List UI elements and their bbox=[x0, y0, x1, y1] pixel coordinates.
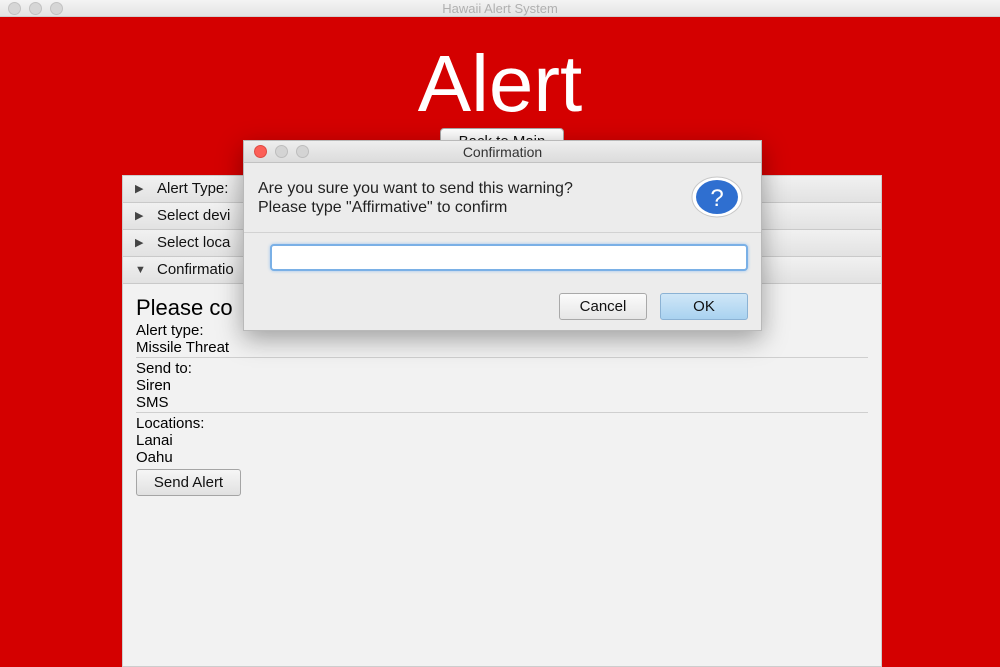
accordion-header-label: Select devi bbox=[157, 207, 231, 224]
question-icon: ? bbox=[691, 176, 743, 218]
confirmation-dialog: Confirmation Are you sure you want to se… bbox=[243, 140, 762, 331]
send-to-label: Send to: bbox=[136, 360, 192, 377]
cancel-button[interactable]: Cancel bbox=[559, 293, 647, 320]
confirmation-text-field[interactable] bbox=[270, 244, 748, 271]
accordion-header-label: Select loca bbox=[157, 234, 231, 251]
page-title: Alert bbox=[417, 39, 583, 128]
window-title: Hawaii Alert System bbox=[442, 1, 558, 16]
dialog-titlebar: Confirmation bbox=[244, 141, 761, 163]
locations-label: Locations: bbox=[136, 415, 205, 432]
chevron-right-icon: ▶ bbox=[135, 237, 144, 249]
chevron-right-icon: ▶ bbox=[135, 210, 144, 222]
main-content: Alert Back to Main ▶ Alert Type: ▶ Selec… bbox=[0, 17, 1000, 667]
chevron-down-icon: ▼ bbox=[135, 264, 146, 276]
dialog-message-line: Please type "Affirmative" to confirm bbox=[258, 199, 508, 216]
window-titlebar: Hawaii Alert System bbox=[0, 0, 1000, 17]
divider bbox=[136, 357, 868, 358]
alert-type-value: Missile Threat bbox=[136, 339, 230, 356]
send-to-value: Siren bbox=[136, 377, 172, 394]
ok-button[interactable]: OK bbox=[660, 293, 748, 320]
send-alert-button[interactable]: Send Alert bbox=[136, 469, 241, 496]
dialog-title: Confirmation bbox=[462, 144, 543, 160]
send-to-value: SMS bbox=[136, 394, 169, 411]
chevron-right-icon: ▶ bbox=[135, 183, 144, 195]
dialog-message: Are you sure you want to send this warni… bbox=[258, 179, 573, 217]
dialog-message-line: Are you sure you want to send this warni… bbox=[258, 180, 573, 197]
svg-text:?: ? bbox=[710, 185, 723, 212]
dialog-divider bbox=[244, 232, 761, 233]
location-value: Lanai bbox=[136, 432, 173, 449]
divider bbox=[136, 412, 868, 413]
accordion-header-label: Confirmatio bbox=[157, 261, 234, 278]
location-value: Oahu bbox=[136, 449, 173, 466]
accordion-header-label: Alert Type: bbox=[157, 180, 229, 197]
